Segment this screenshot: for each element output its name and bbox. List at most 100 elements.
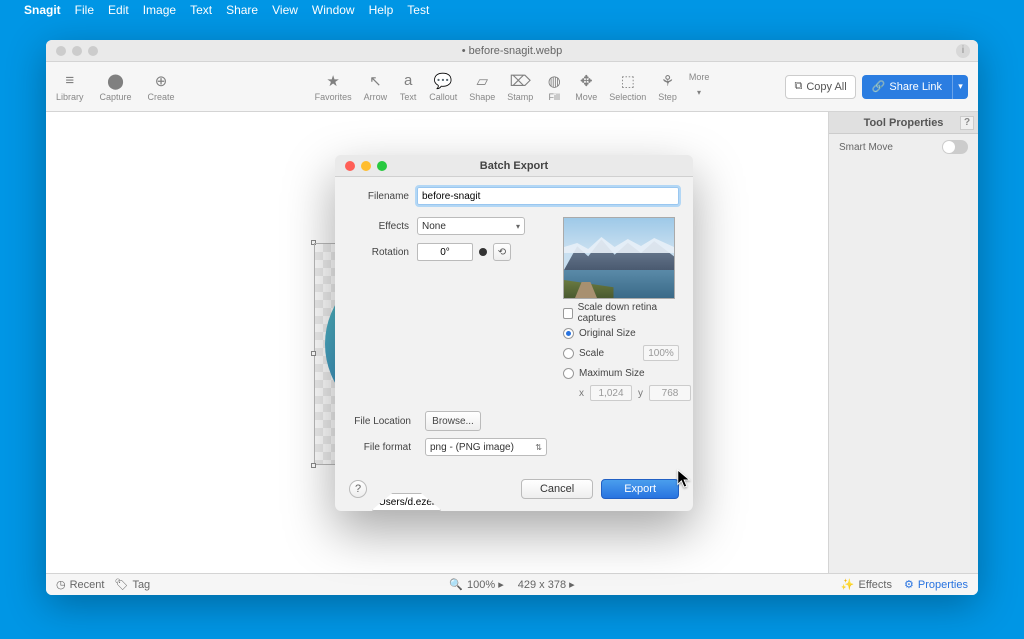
tool-text[interactable]: a Text: [399, 72, 417, 102]
info-icon[interactable]: i: [956, 44, 970, 58]
zoom-control[interactable]: 🔍100% ▸: [449, 578, 503, 591]
create-button[interactable]: ⊕ Create: [148, 72, 175, 102]
smart-move-toggle[interactable]: [942, 140, 968, 154]
selection-icon: ⬚: [619, 72, 637, 90]
help-icon[interactable]: ?: [960, 116, 974, 130]
tool-label: Favorites: [315, 92, 352, 102]
effects-button[interactable]: ✨ Effects: [841, 578, 892, 591]
effects-label: Effects: [349, 221, 417, 232]
sidebar-toggle[interactable]: ≡ Library: [56, 72, 84, 102]
file-format-value: png - (PNG image): [430, 442, 514, 453]
file-format-label: File format: [349, 442, 419, 453]
tool-arrow[interactable]: ↖ Arrow: [364, 72, 388, 102]
chevron-down-icon: ▾: [516, 222, 520, 231]
hamburger-icon: ≡: [61, 72, 79, 90]
window-title: • before-snagit.webp: [46, 45, 978, 57]
scale-down-label: Scale down retina captures: [578, 302, 679, 324]
menu-view[interactable]: View: [272, 3, 298, 17]
browse-button[interactable]: Browse...: [425, 411, 481, 431]
tool-fill[interactable]: ◍Fill: [545, 72, 563, 102]
dim-x-label: x: [579, 388, 584, 399]
radio-icon: [563, 328, 574, 339]
menu-image[interactable]: Image: [143, 3, 176, 17]
capture-icon: ⬤: [107, 72, 125, 90]
tool-label: Arrow: [364, 92, 388, 102]
tool-step[interactable]: ⚘ Step: [658, 72, 677, 102]
menu-window[interactable]: Window: [312, 3, 355, 17]
tool-properties-panel: Tool Properties ? Smart Move: [828, 112, 978, 573]
properties-label: Properties: [918, 579, 968, 591]
menu-file[interactable]: File: [75, 3, 94, 17]
status-bar: ◷Recent 🏷Tag 🔍100% ▸ 429 x 378 ▸ ✨ Effect…: [46, 573, 978, 595]
capture-label: Capture: [100, 92, 132, 102]
tool-stamp[interactable]: ⌦Stamp: [507, 72, 533, 102]
search-icon: 🔍: [449, 578, 463, 591]
scale-radio[interactable]: Scale: [563, 345, 679, 361]
menu-text[interactable]: Text: [190, 3, 212, 17]
tool-shape[interactable]: ▱ Shape: [469, 72, 495, 102]
recent-label: Recent: [70, 579, 105, 591]
recent-button[interactable]: ◷Recent: [56, 578, 104, 591]
scale-down-checkbox[interactable]: Scale down retina captures: [563, 305, 679, 321]
rotate-button[interactable]: ⟲: [493, 243, 511, 261]
tool-label: Step: [658, 92, 677, 102]
wand-icon: ✨: [841, 578, 855, 591]
tool-favorites[interactable]: ★ Favorites: [315, 72, 352, 102]
toolbar: ≡ Library ⬤ Capture ⊕ Create ★Favorites …: [46, 62, 978, 112]
tool-selection[interactable]: ⬚Selection: [609, 72, 646, 102]
menu-edit[interactable]: Edit: [108, 3, 129, 17]
properties-title: Tool Properties: [864, 117, 944, 129]
rotation-knob-icon[interactable]: [479, 248, 487, 256]
dim-x-input[interactable]: [590, 385, 632, 401]
tool-label: Callout: [429, 92, 457, 102]
original-size-radio[interactable]: Original Size: [563, 325, 679, 341]
radio-icon: [563, 368, 574, 379]
tag-button[interactable]: 🏷Tag: [114, 578, 150, 591]
arrow-icon: ↖: [366, 72, 384, 90]
text-icon: a: [399, 72, 417, 90]
effects-value: None: [422, 221, 446, 232]
star-icon: ★: [324, 72, 342, 90]
cancel-button[interactable]: Cancel: [521, 479, 593, 499]
step-icon: ⚘: [659, 72, 677, 90]
share-link-label: Share Link: [889, 81, 942, 93]
properties-button[interactable]: ⚙Properties: [904, 578, 968, 591]
updown-icon: ⇅: [535, 443, 542, 452]
tool-label: Move: [575, 92, 597, 102]
share-link-dropdown[interactable]: ▾: [952, 75, 968, 99]
tool-more[interactable]: More▾: [689, 72, 710, 102]
scale-pct-input[interactable]: [643, 345, 679, 361]
menu-help[interactable]: Help: [369, 3, 394, 17]
callout-icon: 💬: [434, 72, 452, 90]
tool-label: Text: [400, 92, 417, 102]
shape-icon: ▱: [473, 72, 491, 90]
app-menu[interactable]: Snagit: [24, 3, 61, 17]
tool-callout[interactable]: 💬 Callout: [429, 72, 457, 102]
move-icon: ✥: [577, 72, 595, 90]
menu-test[interactable]: Test: [407, 3, 429, 17]
effects-select[interactable]: None ▾: [417, 217, 525, 235]
tool-label: Fill: [549, 92, 561, 102]
dialog-help-button[interactable]: ?: [349, 480, 367, 498]
resize-handle[interactable]: [311, 351, 316, 356]
filename-input[interactable]: [417, 187, 679, 205]
max-size-radio[interactable]: Maximum Size: [563, 365, 679, 381]
resize-handle[interactable]: [311, 463, 316, 468]
tool-move[interactable]: ✥ Move: [575, 72, 597, 102]
dialog-titlebar: Batch Export: [335, 155, 693, 177]
tool-label: Shape: [469, 92, 495, 102]
menubar: Snagit File Edit Image Text Share View W…: [0, 0, 1024, 20]
dim-y-input[interactable]: [649, 385, 691, 401]
export-button[interactable]: Export: [601, 479, 679, 499]
capture-button[interactable]: ⬤ Capture: [100, 72, 132, 102]
dimensions-value: 429 x 378 ▸: [518, 578, 575, 591]
dim-y-label: y: [638, 388, 643, 399]
menu-share[interactable]: Share: [226, 3, 258, 17]
file-format-select[interactable]: png - (PNG image) ⇅: [425, 438, 547, 456]
dimensions-display[interactable]: 429 x 378 ▸: [518, 578, 575, 591]
tool-label: Stamp: [507, 92, 533, 102]
copy-all-button[interactable]: ⧉Copy All: [785, 75, 855, 99]
share-link-button[interactable]: 🔗Share Link: [862, 75, 952, 99]
rotation-input[interactable]: [417, 243, 473, 261]
effects-label: Effects: [859, 579, 892, 591]
